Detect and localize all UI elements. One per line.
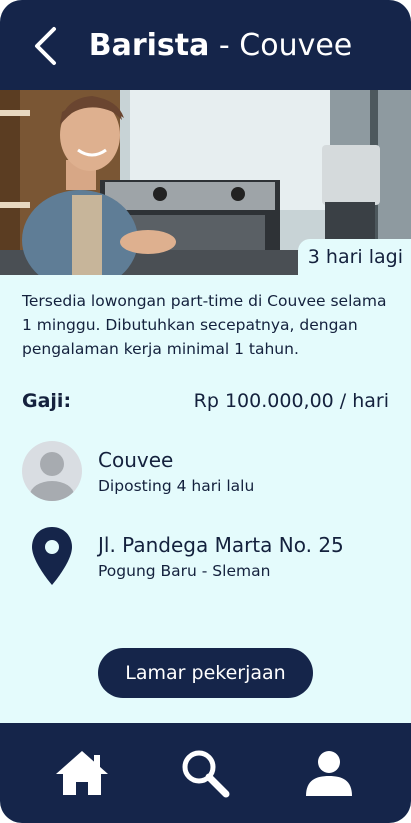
- job-description: Tersedia lowongan part-time di Couvee se…: [22, 292, 387, 358]
- nav-home[interactable]: [50, 741, 114, 805]
- location-area: Pogung Baru - Sleman: [98, 562, 271, 580]
- deadline-badge: 3 hari lagi: [297, 239, 411, 275]
- salary-label: Gaji:: [22, 390, 72, 412]
- posted-time: Diposting 4 hari lalu: [98, 477, 255, 495]
- home-icon: [55, 751, 108, 795]
- job-title: Barista: [88, 28, 210, 63]
- app-header: Barista - Couvee: [0, 0, 411, 90]
- apply-button[interactable]: Lamar pekerjaan: [98, 648, 313, 698]
- nav-profile[interactable]: [297, 741, 361, 805]
- nav-search[interactable]: [173, 741, 237, 805]
- location-address[interactable]: Jl. Pandega Marta No. 25: [98, 533, 344, 557]
- job-detail-screen: Barista - Couvee 3 hari lagi Tersedia lo…: [0, 0, 411, 823]
- company-title: Couvee: [239, 28, 353, 63]
- bottom-navigation: [0, 723, 411, 823]
- title-separator: -: [209, 28, 240, 63]
- location-pin-icon: [32, 527, 72, 585]
- user-avatar-icon: [22, 441, 82, 501]
- search-icon: [182, 750, 230, 798]
- poster-name[interactable]: Couvee: [98, 448, 173, 472]
- page-title: Barista - Couvee: [0, 26, 411, 66]
- user-icon: [306, 751, 353, 796]
- salary-value: Rp 100.000,00 / hari: [193, 390, 389, 412]
